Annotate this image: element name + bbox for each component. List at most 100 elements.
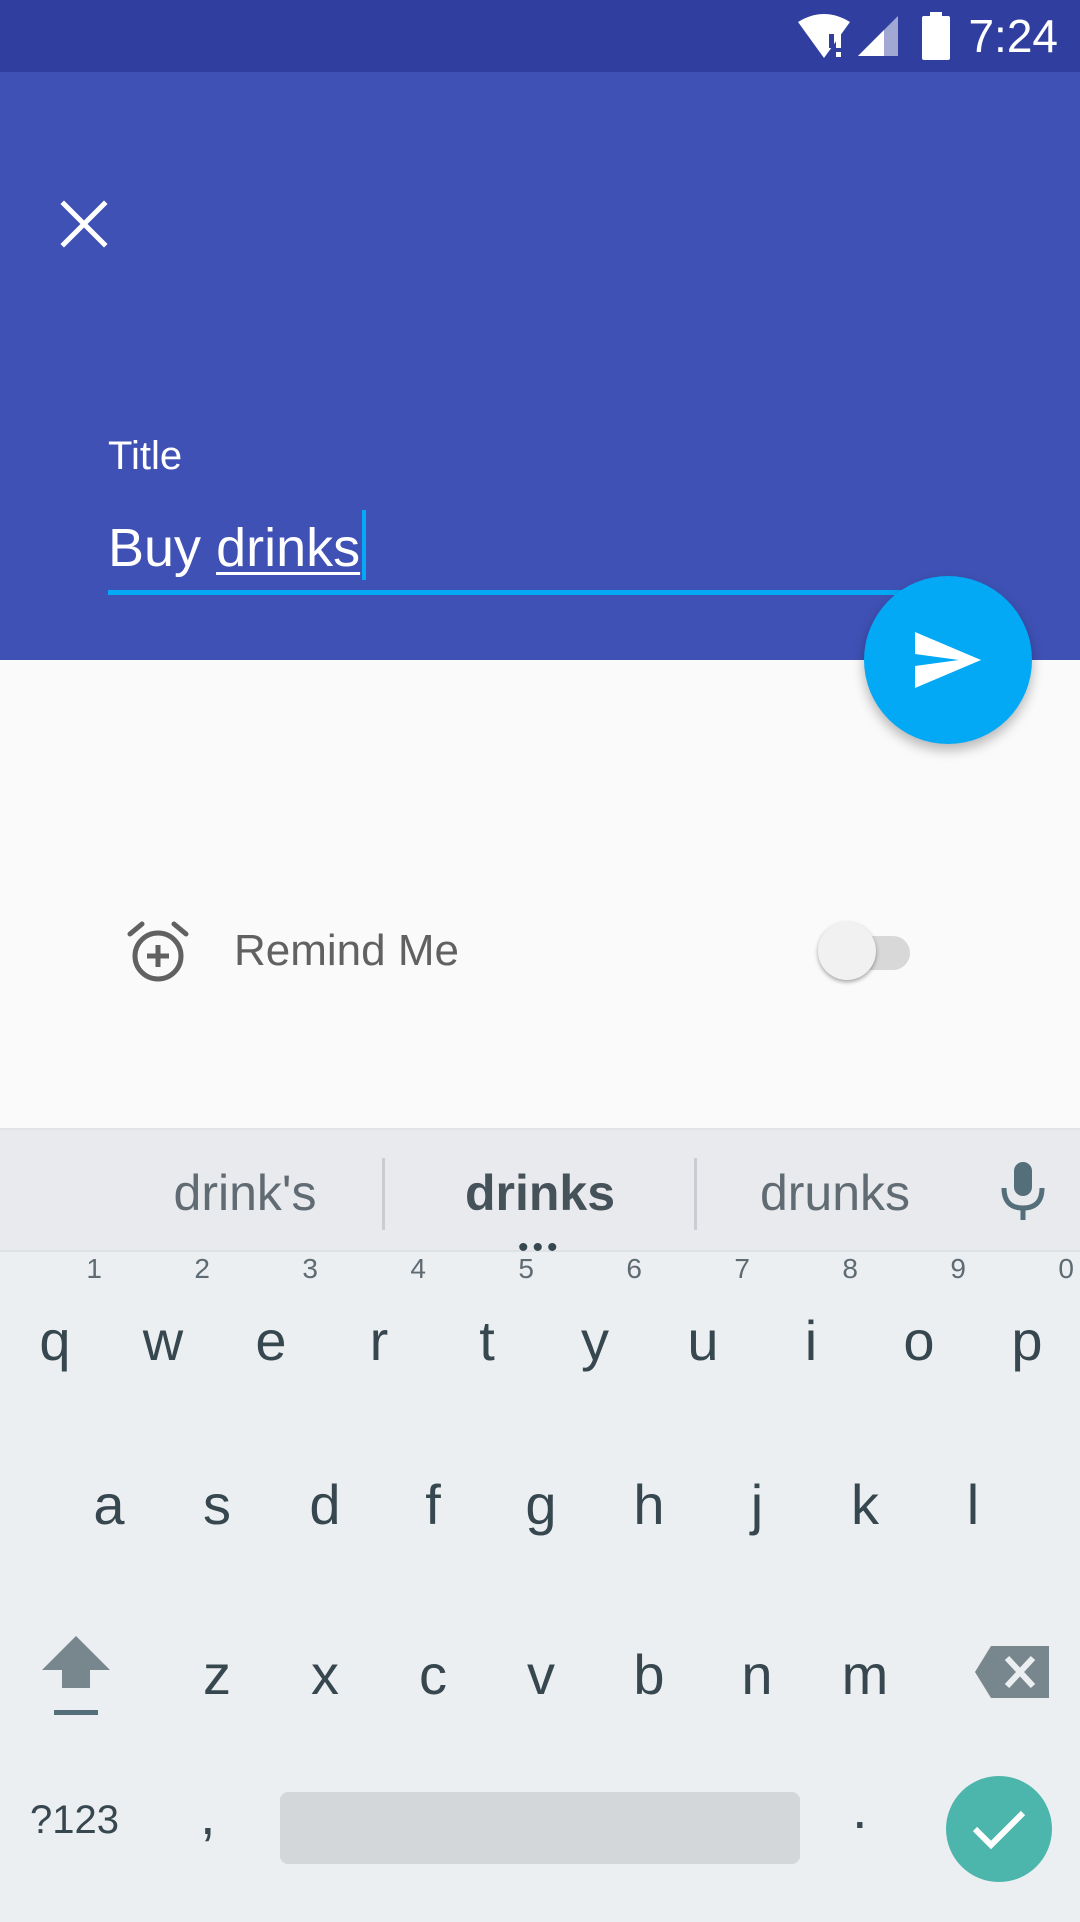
key-z[interactable]: z	[172, 1620, 262, 1730]
key-label: j	[750, 1473, 764, 1536]
remind-me-toggle[interactable]	[818, 922, 918, 982]
key-a[interactable]: a	[64, 1450, 154, 1560]
key-i[interactable]: i8	[766, 1254, 858, 1396]
key-d[interactable]: d	[280, 1450, 370, 1560]
key-label: g	[525, 1473, 557, 1536]
suggestion-divider	[382, 1158, 385, 1230]
key-label: a	[93, 1473, 125, 1536]
close-button[interactable]	[44, 184, 124, 264]
key-label: h	[633, 1473, 665, 1536]
key-h[interactable]: h	[604, 1450, 694, 1560]
key-label: y	[581, 1309, 609, 1372]
key-w[interactable]: w2	[118, 1254, 210, 1396]
key-s[interactable]: s	[172, 1450, 262, 1560]
remind-me-label: Remind Me	[234, 926, 459, 975]
period-key[interactable]: .	[852, 1776, 868, 1841]
suggestion-divider	[694, 1158, 697, 1230]
shift-icon	[42, 1636, 110, 1715]
key-label: v	[527, 1643, 555, 1706]
key-hint: 2	[194, 1253, 210, 1284]
key-label: p	[1011, 1309, 1043, 1372]
key-label: f	[425, 1473, 441, 1536]
title-input-value: Buy drinks	[108, 510, 367, 580]
key-hint: 8	[842, 1253, 858, 1284]
key-label: b	[633, 1643, 665, 1706]
wifi-alert-icon	[798, 14, 850, 58]
key-m[interactable]: m	[820, 1620, 910, 1730]
key-v[interactable]: v	[496, 1620, 586, 1730]
title-input[interactable]: Buy drinks	[108, 500, 972, 595]
key-hint: 5	[518, 1253, 534, 1284]
key-hint: 6	[626, 1253, 642, 1284]
close-icon	[60, 200, 108, 248]
key-label: w	[142, 1309, 184, 1372]
send-icon	[915, 632, 981, 688]
key-t[interactable]: t5	[442, 1254, 534, 1396]
key-label: m	[841, 1643, 889, 1706]
remind-me-row[interactable]: Remind Me	[0, 900, 1080, 1004]
suggestion-3[interactable]: drunks	[730, 1164, 940, 1222]
key-label: k	[851, 1473, 879, 1536]
title-value-composing: drinks	[216, 518, 361, 578]
text-cursor	[362, 510, 367, 580]
key-r[interactable]: r4	[334, 1254, 426, 1396]
backspace-key[interactable]	[960, 1618, 1064, 1728]
battery-icon	[922, 12, 950, 60]
key-g[interactable]: g	[496, 1450, 586, 1560]
key-label: u	[687, 1309, 719, 1372]
suggestion-1[interactable]: drink's	[140, 1164, 350, 1222]
key-hint: 3	[302, 1253, 318, 1284]
done-key[interactable]	[946, 1776, 1052, 1882]
backspace-icon	[975, 1646, 1049, 1698]
key-b[interactable]: b	[604, 1620, 694, 1730]
key-q[interactable]: q1	[10, 1254, 102, 1396]
key-label: n	[741, 1643, 773, 1706]
signal-icon	[858, 16, 898, 56]
key-label: r	[369, 1309, 389, 1372]
mic-icon	[1001, 1162, 1045, 1220]
key-f[interactable]: f	[388, 1450, 478, 1560]
status-bar: 7:24	[0, 0, 1080, 72]
symbols-key[interactable]: ?123	[30, 1798, 119, 1843]
key-l[interactable]: l	[928, 1450, 1018, 1560]
voice-input-button[interactable]	[998, 1160, 1048, 1227]
key-hint: 7	[734, 1253, 750, 1284]
shift-key[interactable]	[30, 1618, 122, 1728]
space-key[interactable]	[280, 1792, 800, 1864]
suggestion-2[interactable]: drinks	[430, 1164, 650, 1222]
key-hint: 4	[410, 1253, 426, 1284]
title-value-plain: Buy	[108, 518, 217, 578]
status-time: 7:24	[968, 10, 1058, 62]
key-x[interactable]: x	[280, 1620, 370, 1730]
check-icon	[972, 1810, 1026, 1850]
key-label: l	[966, 1473, 980, 1536]
key-label: t	[479, 1309, 495, 1372]
app-bar: Title Buy drinks	[0, 72, 1080, 660]
soft-keyboard: drink's drinks ••• drunks q1w2e3r4t5y6u7…	[0, 1128, 1080, 1922]
key-label: e	[255, 1309, 287, 1372]
send-button[interactable]	[864, 576, 1032, 744]
key-label: o	[903, 1309, 935, 1372]
key-label: q	[39, 1309, 71, 1372]
key-label: x	[311, 1643, 339, 1706]
key-label: z	[203, 1643, 231, 1706]
comma-key[interactable]: ,	[200, 1782, 216, 1847]
key-hint: 1	[86, 1253, 102, 1284]
key-o[interactable]: o9	[874, 1254, 966, 1396]
key-hint: 0	[1058, 1253, 1074, 1284]
key-y[interactable]: y6	[550, 1254, 642, 1396]
key-j[interactable]: j	[712, 1450, 802, 1560]
key-label: i	[804, 1309, 818, 1372]
key-c[interactable]: c	[388, 1620, 478, 1730]
key-label: d	[309, 1473, 341, 1536]
key-p[interactable]: p0	[982, 1254, 1074, 1396]
key-label: s	[203, 1473, 231, 1536]
title-field-label: Title	[108, 434, 183, 478]
suggestion-strip: drink's drinks ••• drunks	[0, 1130, 1080, 1263]
key-e[interactable]: e3	[226, 1254, 318, 1396]
toggle-thumb	[818, 922, 876, 980]
key-n[interactable]: n	[712, 1620, 802, 1730]
key-k[interactable]: k	[820, 1450, 910, 1560]
key-u[interactable]: u7	[658, 1254, 750, 1396]
alarm-add-icon	[127, 921, 189, 982]
